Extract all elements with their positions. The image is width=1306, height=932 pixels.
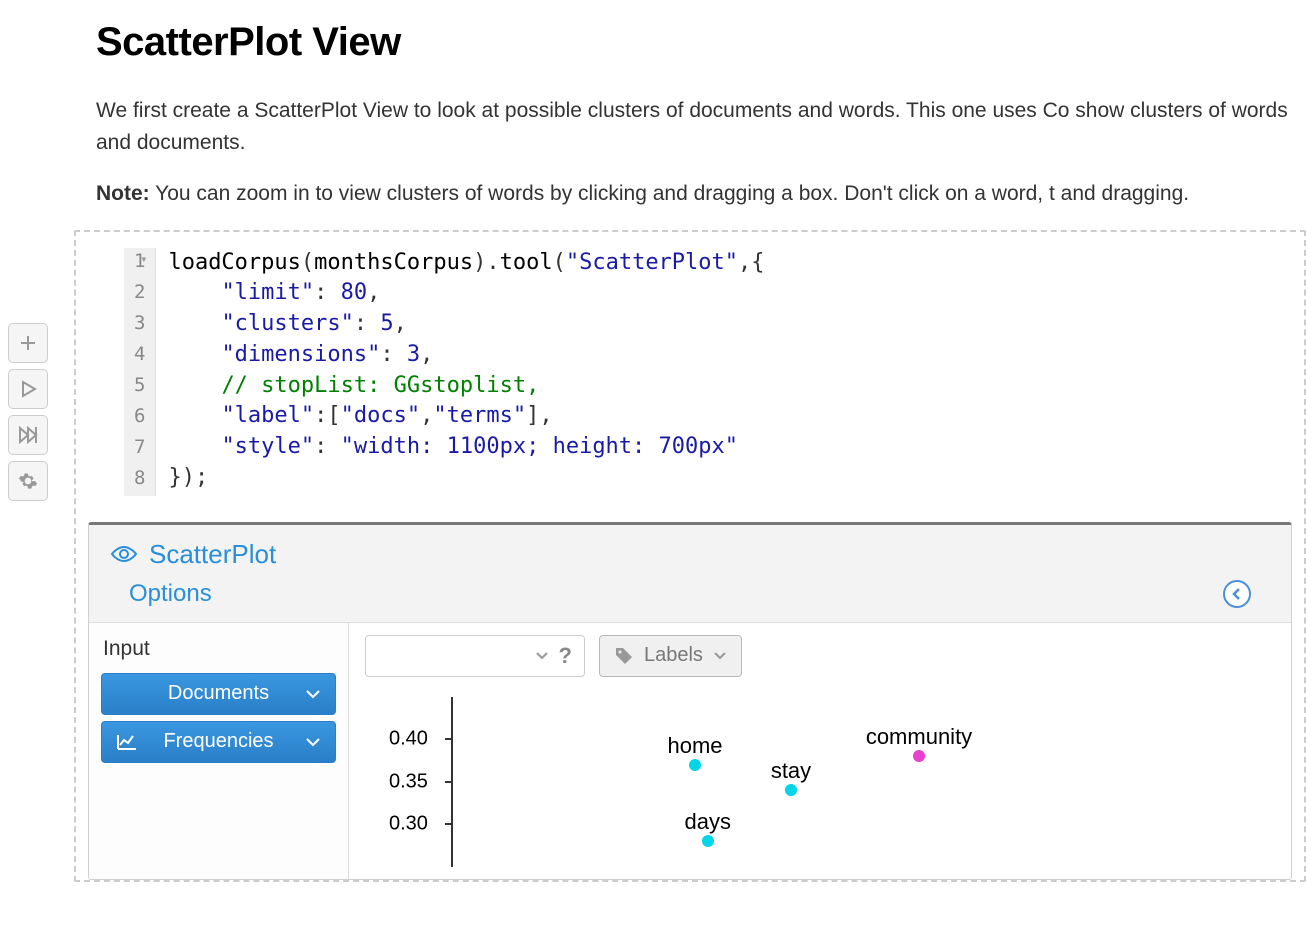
options-label[interactable]: Options: [129, 580, 212, 608]
chart-area[interactable]: ? Labels 0.40 0.35 0.30 home stay days communi…: [349, 623, 1291, 879]
scatter-point-label: stay: [771, 758, 811, 784]
run-all-button[interactable]: [8, 415, 48, 455]
line-number: 2: [134, 279, 145, 310]
line-number: 5: [134, 372, 145, 403]
plus-icon: [18, 333, 38, 353]
intro-text: We first create a ScatterPlot View to lo…: [96, 95, 1296, 158]
line-gutter: 1 2 3 4 5 6 7 8: [124, 248, 156, 496]
frequencies-dropdown[interactable]: Frequencies: [101, 721, 336, 763]
panel-header: ScatterPlot Options: [89, 525, 1291, 623]
settings-button[interactable]: [8, 461, 48, 501]
scatter-point-label: home: [667, 733, 722, 759]
line-number: 7: [134, 434, 145, 465]
eye-icon: [109, 544, 139, 564]
note-label: Note:: [96, 182, 150, 205]
scatter-point-label: days: [685, 809, 731, 835]
chevron-down-icon: [535, 651, 549, 661]
run-cell-button[interactable]: [8, 369, 48, 409]
help-icon[interactable]: ?: [559, 643, 572, 669]
panel-title: ScatterPlot: [109, 539, 1271, 570]
gear-icon: [18, 471, 38, 491]
code-body[interactable]: loadCorpus(monthsCorpus).tool("ScatterPl…: [156, 248, 764, 496]
documents-dropdown[interactable]: Documents: [101, 673, 336, 715]
chevron-down-icon: [713, 651, 727, 661]
scatter-plot[interactable]: 0.40 0.35 0.30 home stay days community: [371, 697, 1275, 867]
line-number: 4: [134, 341, 145, 372]
labels-dropdown[interactable]: Labels: [599, 635, 742, 677]
scatterplot-panel: ScatterPlot Options Input Documents: [88, 522, 1292, 880]
y-tick-label: 0.40: [389, 728, 1271, 751]
chevron-down-icon: [305, 736, 321, 748]
chevron-left-icon: [1230, 587, 1244, 601]
code-editor[interactable]: 1 2 3 4 5 6 7 8 loadCorpus(monthsCorpus)…: [76, 232, 1304, 512]
add-cell-button[interactable]: [8, 323, 48, 363]
play-icon: [19, 380, 37, 398]
scatter-point[interactable]: [913, 750, 925, 762]
options-sidebar: Input Documents Frequencies: [89, 623, 349, 879]
page-title: ScatterPlot View: [96, 20, 1306, 65]
note-text: Note: You can zoom in to view clusters o…: [96, 178, 1296, 210]
y-tick-label: 0.30: [389, 813, 1271, 836]
input-section-label: Input: [95, 631, 342, 667]
chart-line-icon: [116, 733, 138, 751]
fast-forward-icon: [18, 426, 38, 444]
y-tick-label: 0.35: [389, 770, 1271, 793]
scatter-point[interactable]: [689, 759, 701, 771]
scatter-point[interactable]: [785, 784, 797, 796]
code-cell[interactable]: 1 2 3 4 5 6 7 8 loadCorpus(monthsCorpus)…: [74, 230, 1306, 882]
tag-icon: [614, 646, 634, 666]
line-number: 3: [134, 310, 145, 341]
search-combo[interactable]: ?: [365, 635, 585, 677]
chevron-down-icon: [305, 688, 321, 700]
scatter-point-label: community: [866, 724, 972, 750]
line-number: 1: [134, 248, 145, 279]
line-number: 6: [134, 403, 145, 434]
collapse-sidebar-button[interactable]: [1223, 580, 1251, 608]
scatter-point[interactable]: [702, 835, 714, 847]
line-number: 8: [134, 465, 145, 496]
